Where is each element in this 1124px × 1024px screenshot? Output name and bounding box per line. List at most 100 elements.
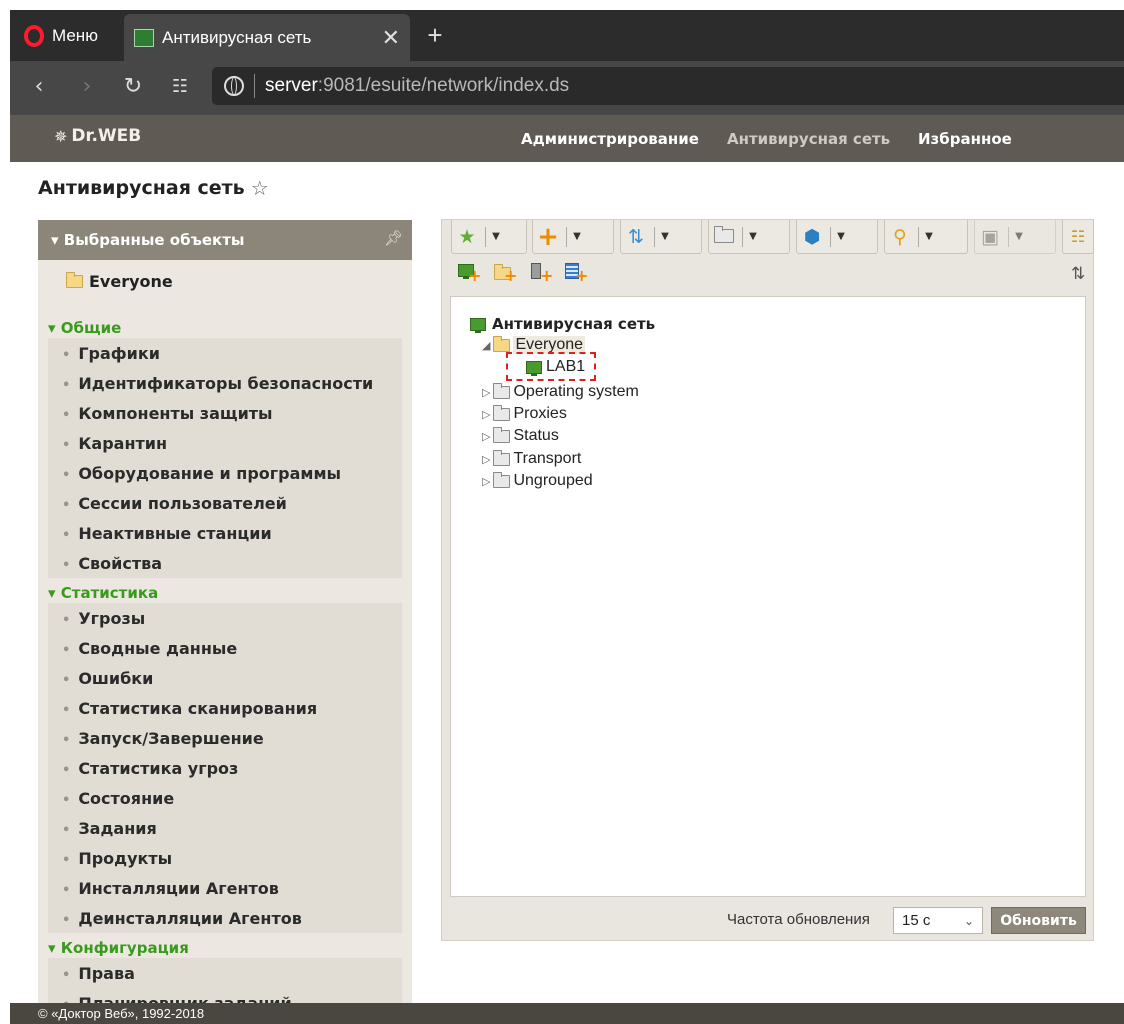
dropdown-arrow-icon[interactable]: ▼ xyxy=(834,231,848,242)
reload-button[interactable]: ↻ xyxy=(118,70,148,104)
collapse-arrow-icon: ▾ xyxy=(48,939,56,957)
tree-view-toolbar-button[interactable]: ☷ xyxy=(1062,220,1094,254)
sync-toolbar-button[interactable]: ⇅ ▼ xyxy=(620,220,702,254)
dropdown-arrow-icon[interactable]: ▼ xyxy=(746,231,760,242)
nav-administration[interactable]: Администрирование xyxy=(521,130,699,148)
sidebar-item-protection-components[interactable]: Компоненты защиты xyxy=(62,404,272,423)
forward-button[interactable]: › xyxy=(72,70,102,104)
sidebar-item-hardware-software[interactable]: Оборудование и программы xyxy=(62,464,341,483)
favorites-toolbar-button[interactable]: ★ ▼ xyxy=(451,220,527,254)
sidebar-item-rights[interactable]: Права xyxy=(62,964,135,983)
group-toolbar-button[interactable]: ▼ xyxy=(708,220,790,254)
sidebar-section-statistics[interactable]: ▾ Статистика xyxy=(48,584,158,602)
sort-icon[interactable]: ⇅ xyxy=(1071,264,1085,284)
add-toolbar-button[interactable]: + ▼ xyxy=(532,220,614,254)
pin-icon[interactable]: 📌︎ xyxy=(384,229,403,247)
drweb-favicon-icon xyxy=(134,28,154,47)
star-icon: ★ xyxy=(458,225,476,248)
browser-tab[interactable]: Антивирусная сеть ✕ xyxy=(124,14,410,61)
station-toolbar-button[interactable]: ▣ ▼ xyxy=(974,220,1056,254)
nav-favorites[interactable]: Избранное xyxy=(918,130,1012,148)
sidebar-item-threat-stats[interactable]: Статистика угроз xyxy=(62,759,238,778)
favorite-star-icon[interactable]: ☆ xyxy=(251,176,269,200)
dropdown-arrow-icon[interactable]: ▼ xyxy=(489,231,503,242)
tree-node-transport[interactable]: ▷ Transport xyxy=(482,449,582,468)
sidebar-item-products[interactable]: Продукты xyxy=(62,849,172,868)
sidebar-item-summary[interactable]: Сводные данные xyxy=(62,639,237,658)
sidebar-item-quarantine[interactable]: Карантин xyxy=(62,434,167,453)
sidebar-item-status[interactable]: Состояние xyxy=(62,789,174,808)
sidebar-item-user-sessions[interactable]: Сессии пользователей xyxy=(62,494,287,513)
opera-menu-button[interactable]: Меню xyxy=(10,10,124,61)
back-button[interactable]: ‹ xyxy=(24,70,54,104)
plus-icon: + xyxy=(537,221,559,252)
dropdown-arrow-icon[interactable]: ▼ xyxy=(922,231,936,242)
search-toolbar-button[interactable]: ⚲ ▼ xyxy=(884,220,968,254)
folder-icon xyxy=(66,272,83,288)
sidebar-item-threats[interactable]: Угрозы xyxy=(62,609,145,628)
close-tab-icon[interactable]: ✕ xyxy=(382,25,400,51)
refresh-button[interactable]: Обновить xyxy=(991,907,1086,934)
copyright-text: © «Доктор Веб», 1992-2018 xyxy=(38,1006,205,1021)
dropdown-arrow-icon[interactable]: ▼ xyxy=(658,231,672,242)
sidebar-header-label: ▾ Выбранные объекты xyxy=(51,231,244,249)
open-folder-icon xyxy=(493,335,511,352)
folder-icon xyxy=(493,449,511,466)
nav-antivirus-network[interactable]: Антивирусная сеть xyxy=(727,130,890,148)
sidebar-item-tasks[interactable]: Задания xyxy=(62,819,156,838)
sidebar-item-scan-stats[interactable]: Статистика сканирования xyxy=(62,699,317,718)
url-field[interactable]: server:9081/esuite/network/index.ds xyxy=(212,67,1124,105)
sidebar-list-general: Графики Идентификаторы безопасности Комп… xyxy=(48,338,402,578)
tree-node-label: Transport xyxy=(513,450,582,467)
collapse-arrow-icon: ▾ xyxy=(48,584,56,602)
tree-root-label: Антивирусная сеть xyxy=(492,315,656,333)
speed-dial-button[interactable]: ☷ xyxy=(165,70,195,104)
url-host: server xyxy=(265,75,318,96)
page-margin xyxy=(0,0,10,1024)
dropdown-arrow-icon[interactable]: ▼ xyxy=(1012,231,1026,242)
sidebar-item-properties[interactable]: Свойства xyxy=(62,554,162,573)
sidebar-section-title: Общие xyxy=(60,319,122,337)
folder-icon xyxy=(493,471,511,488)
collapsed-arrow-icon[interactable]: ▷ xyxy=(482,408,490,421)
tab-title: Антивирусная сеть xyxy=(162,27,312,47)
folder-icon xyxy=(709,225,739,248)
refresh-rate-select[interactable]: 15 с ⌄ xyxy=(893,907,983,934)
sidebar-item-errors[interactable]: Ошибки xyxy=(62,669,153,688)
sidebar-section-title: Конфигурация xyxy=(60,939,189,957)
sidebar-item-agent-installs[interactable]: Инсталляции Агентов xyxy=(62,879,279,898)
collapsed-arrow-icon[interactable]: ▷ xyxy=(482,475,490,488)
sidebar-section-general[interactable]: ▾ Общие xyxy=(48,319,121,337)
url-separator xyxy=(254,74,255,98)
collapsed-arrow-icon[interactable]: ▷ xyxy=(482,453,490,466)
dropdown-arrow-icon[interactable]: ▼ xyxy=(570,231,584,242)
new-tab-button[interactable]: + xyxy=(420,17,450,53)
spider-logo-icon: ✵ xyxy=(54,126,68,146)
sidebar-item-start-stop[interactable]: Запуск/Завершение xyxy=(62,729,263,748)
refresh-rate-label: Частота обновления xyxy=(727,911,870,928)
drweb-logo[interactable]: ✵ Dr.WEB xyxy=(54,126,141,146)
add-server-icon[interactable]: + xyxy=(530,262,553,285)
url-text: server:9081/esuite/network/index.ds xyxy=(265,75,569,97)
tree-node-operating-system[interactable]: ▷ Operating system xyxy=(482,382,639,401)
tree-node-proxies[interactable]: ▷ Proxies xyxy=(482,404,567,423)
tree-node-ungrouped[interactable]: ▷ Ungrouped xyxy=(482,471,593,490)
sidebar-item-inactive-stations[interactable]: Неактивные станции xyxy=(62,524,271,543)
sidebar-item-security-ids[interactable]: Идентификаторы безопасности xyxy=(62,374,373,393)
add-list-icon[interactable]: + xyxy=(565,262,588,285)
selected-object-everyone[interactable]: Everyone xyxy=(66,272,173,291)
add-group-icon[interactable]: + xyxy=(494,262,517,285)
logo-text: Dr.WEB xyxy=(71,126,142,146)
collapsed-arrow-icon[interactable]: ▷ xyxy=(482,386,490,399)
folder-icon xyxy=(493,404,511,421)
tree-view-icon: ☷ xyxy=(1070,227,1086,246)
sidebar-item-charts[interactable]: Графики xyxy=(62,344,160,363)
sidebar-section-configuration[interactable]: ▾ Конфигурация xyxy=(48,939,189,957)
component-toolbar-button[interactable]: ⬢ ▼ xyxy=(796,220,878,254)
expanded-arrow-icon[interactable]: ◢ xyxy=(482,339,490,352)
tree-root[interactable]: Антивирусная сеть xyxy=(470,315,655,333)
add-station-icon[interactable]: + xyxy=(458,262,481,285)
tree-node-status[interactable]: ▷ Status xyxy=(482,426,559,445)
collapsed-arrow-icon[interactable]: ▷ xyxy=(482,430,490,443)
sidebar-item-agent-uninstalls[interactable]: Деинсталляции Агентов xyxy=(62,909,302,928)
